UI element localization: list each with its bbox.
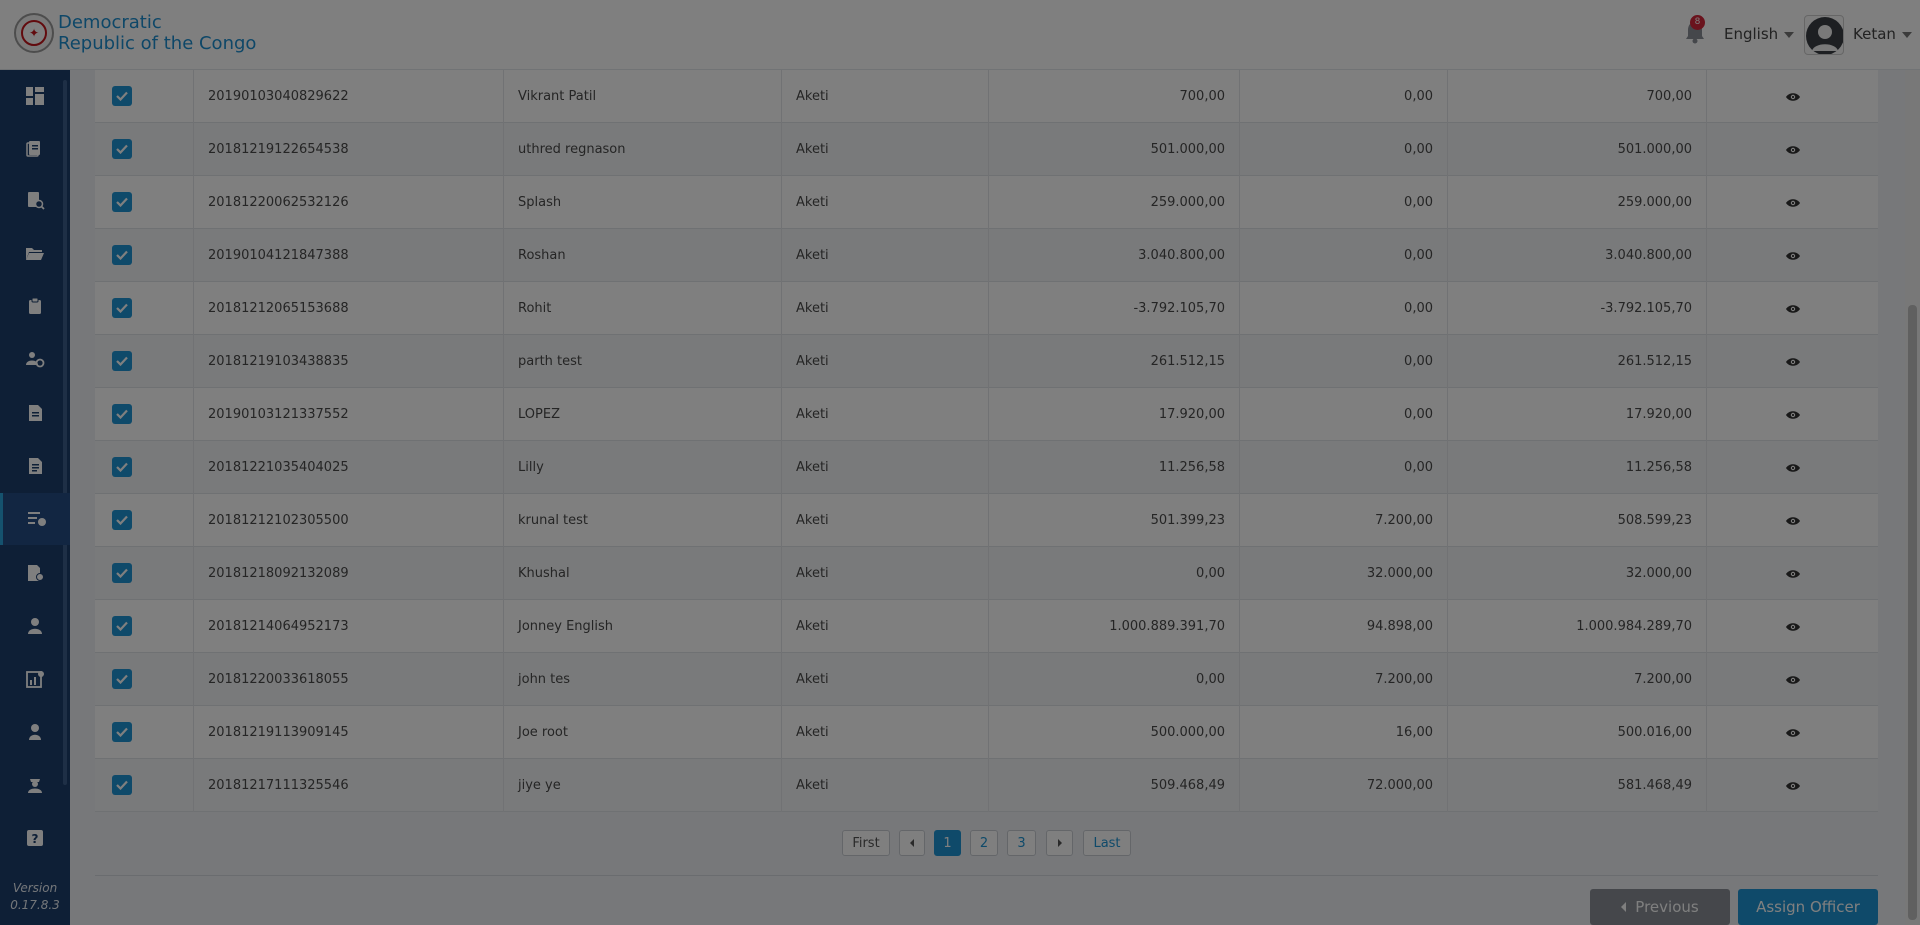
modal-backdrop[interactable] <box>0 0 1920 925</box>
